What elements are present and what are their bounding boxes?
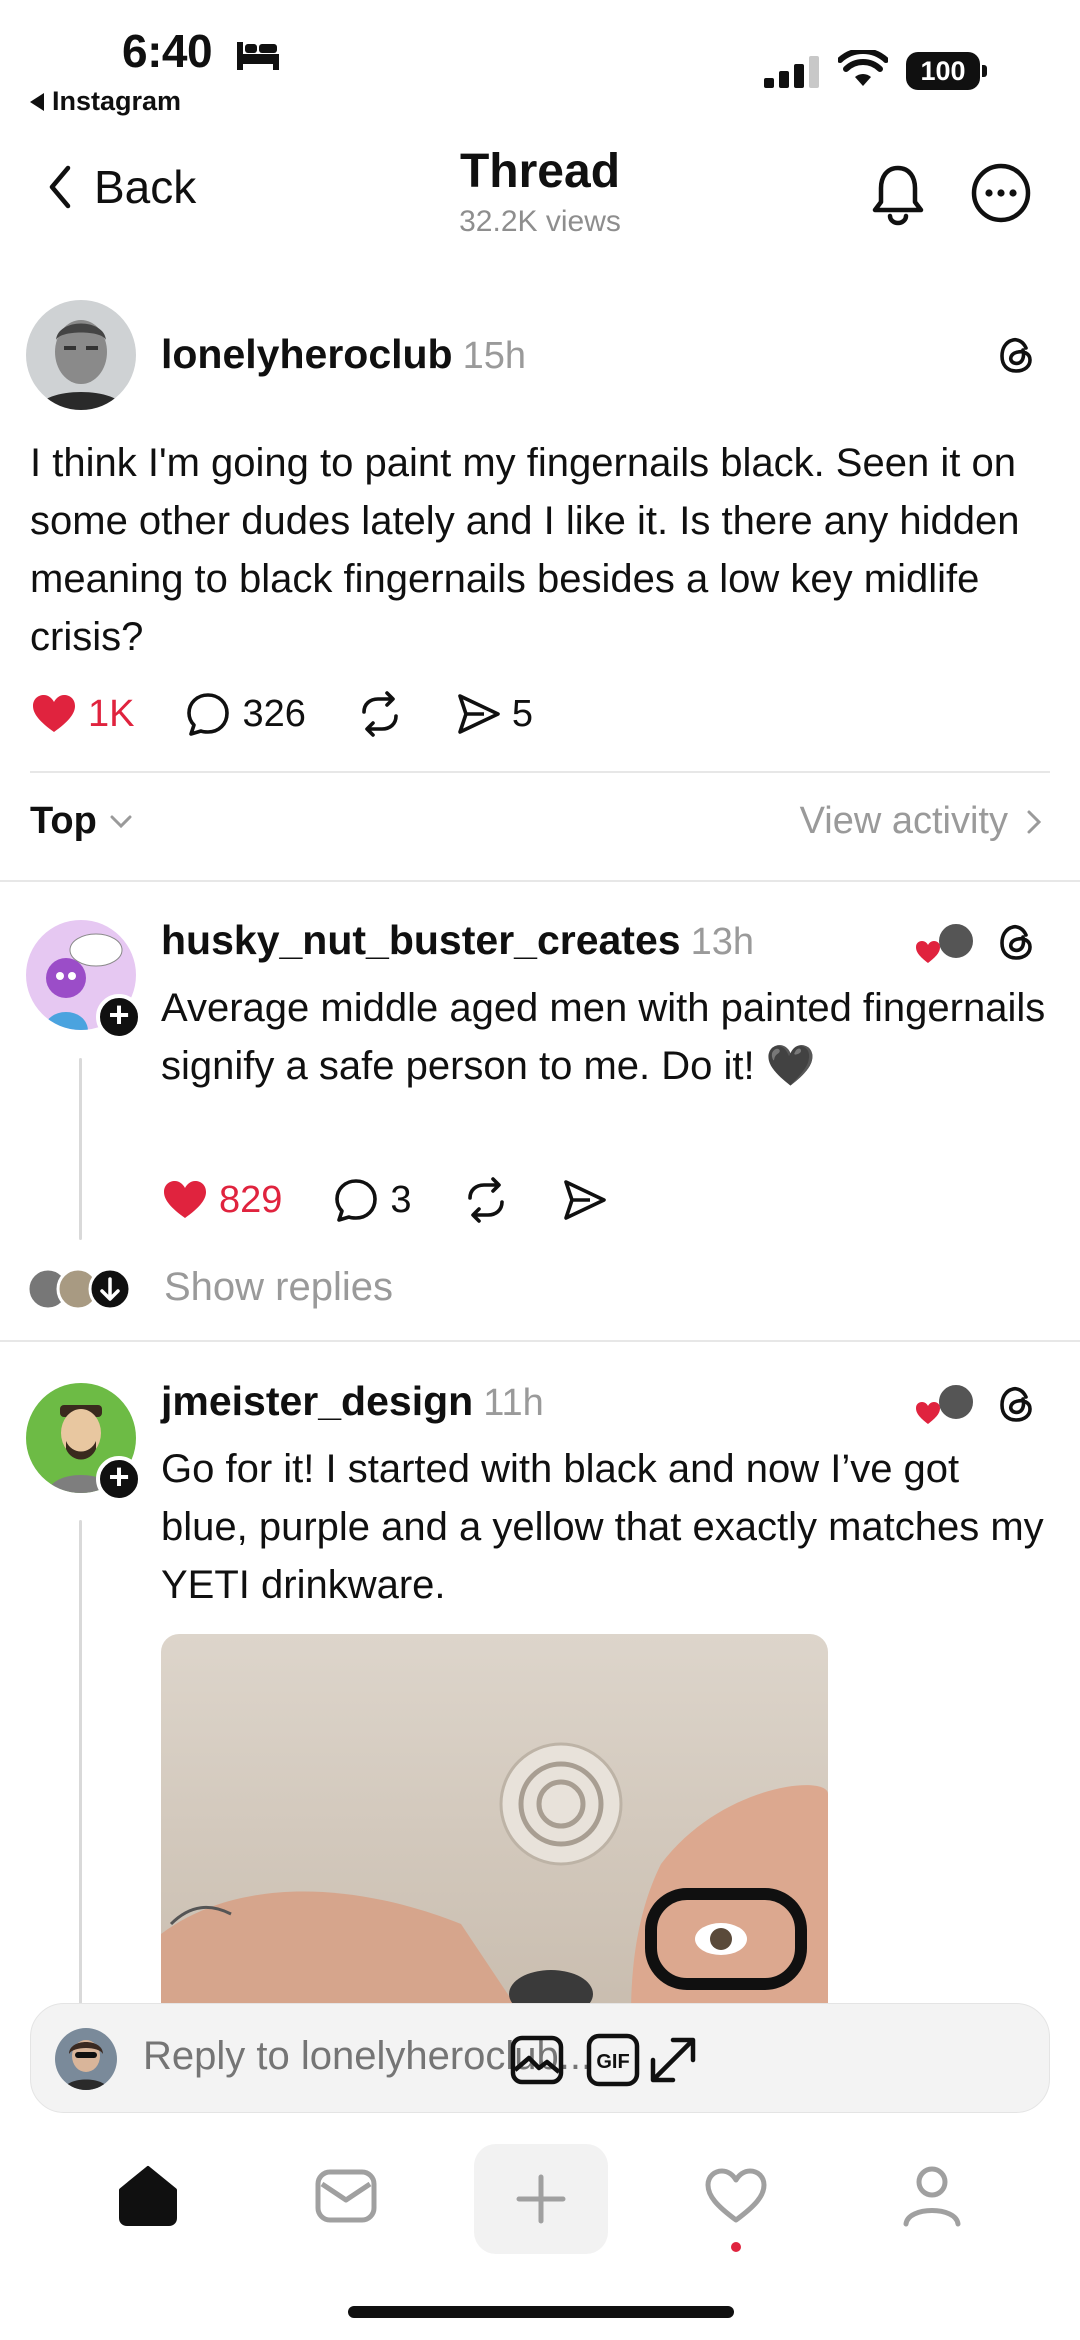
avatar bbox=[55, 2028, 117, 2090]
plus-icon bbox=[516, 2174, 566, 2224]
profile-icon bbox=[903, 2166, 961, 2227]
post-username[interactable]: lonelyheroclub 15h bbox=[161, 331, 526, 378]
tab-home[interactable] bbox=[108, 2156, 188, 2236]
wifi-icon bbox=[838, 50, 888, 86]
threads-logo-icon[interactable] bbox=[995, 333, 1039, 377]
tab-inbox[interactable] bbox=[306, 2156, 386, 2236]
ellipsis-circle-icon[interactable] bbox=[970, 162, 1032, 224]
speech-bubble-icon bbox=[335, 1179, 378, 1222]
chevron-left-icon bbox=[49, 165, 71, 209]
reply-composer: GIF bbox=[30, 2003, 1050, 2113]
tab-activity[interactable] bbox=[696, 2156, 776, 2236]
chevron-right-icon bbox=[1027, 810, 1042, 833]
share-button[interactable] bbox=[560, 1176, 608, 1224]
post-actions: 1K 326 5 bbox=[30, 690, 583, 738]
expand-icon[interactable] bbox=[643, 2030, 703, 2090]
tab-profile[interactable] bbox=[892, 2156, 972, 2236]
heart-outline-icon bbox=[705, 2168, 767, 2223]
back-to-app-link[interactable]: Instagram bbox=[30, 86, 181, 117]
cellular-signal-icon bbox=[764, 56, 819, 88]
bell-icon[interactable] bbox=[868, 162, 928, 226]
thread-line bbox=[79, 1058, 82, 1240]
battery-level: 100 bbox=[906, 52, 980, 90]
show-replies-link[interactable]: Show replies bbox=[164, 1265, 393, 1310]
back-app-label: Instagram bbox=[52, 86, 182, 116]
divider bbox=[0, 1340, 1080, 1342]
view-activity-link[interactable]: View activity bbox=[800, 800, 1042, 843]
repost-icon bbox=[362, 691, 398, 737]
tab-bar bbox=[0, 2130, 1080, 2280]
thread-line bbox=[79, 1520, 82, 2004]
reply-time: 13h bbox=[690, 921, 754, 963]
reply-username[interactable]: jmeister_design 11h bbox=[161, 1378, 544, 1425]
send-icon bbox=[563, 1180, 606, 1220]
repost-icon bbox=[467, 1177, 504, 1223]
image-icon[interactable] bbox=[507, 2030, 567, 2090]
reply-username[interactable]: husky_nut_buster_creates 13h bbox=[161, 917, 754, 964]
like-button[interactable]: 829 bbox=[161, 1176, 282, 1224]
photo-image bbox=[161, 1634, 828, 2014]
inbox-icon bbox=[315, 2169, 377, 2223]
activity-notification-dot bbox=[731, 2242, 741, 2252]
reply-time: 11h bbox=[483, 1382, 544, 1424]
send-icon bbox=[458, 694, 500, 734]
share-button[interactable]: 5 bbox=[454, 690, 533, 738]
sleep-focus-icon bbox=[237, 42, 279, 70]
chevron-down-icon bbox=[110, 815, 132, 828]
status-time: 6:40 bbox=[122, 25, 213, 77]
reply-avatars bbox=[26, 1267, 132, 1311]
repost-button[interactable] bbox=[462, 1176, 510, 1224]
back-triangle-icon bbox=[30, 92, 44, 111]
liked-by-author-icon bbox=[916, 1383, 975, 1424]
svg-text:GIF: GIF bbox=[596, 2051, 629, 2073]
tab-create[interactable] bbox=[474, 2144, 608, 2254]
reply-button[interactable]: 326 bbox=[184, 690, 306, 738]
avatar[interactable] bbox=[26, 300, 136, 410]
reply-count: 326 bbox=[242, 692, 306, 735]
like-count: 1K bbox=[88, 692, 135, 735]
back-button[interactable]: Back bbox=[46, 160, 196, 214]
reply-actions: 829 3 bbox=[161, 1176, 658, 1224]
divider bbox=[0, 880, 1080, 882]
gif-icon[interactable]: GIF bbox=[583, 2030, 643, 2090]
threads-logo-icon[interactable] bbox=[995, 1382, 1039, 1426]
battery-indicator: 100 bbox=[906, 52, 987, 90]
sort-label: Top bbox=[30, 800, 97, 842]
repost-button[interactable] bbox=[356, 690, 404, 738]
view-activity-label: View activity bbox=[799, 800, 1008, 842]
home-indicator[interactable] bbox=[348, 2306, 734, 2318]
divider bbox=[30, 771, 1050, 773]
attached-photo[interactable] bbox=[161, 1634, 828, 2014]
back-label: Back bbox=[94, 161, 197, 213]
reply-count: 3 bbox=[390, 1178, 412, 1221]
reply-button[interactable]: 3 bbox=[332, 1176, 412, 1224]
post-time: 15h bbox=[462, 335, 527, 377]
reply-text: Average middle aged men with painted fin… bbox=[161, 986, 1046, 1088]
sort-dropdown[interactable]: Top bbox=[30, 800, 133, 843]
liked-by-author-icon bbox=[916, 922, 975, 963]
status-bar: 6:40 Instagram 100 bbox=[0, 0, 1080, 130]
thread-header: Back Thread 32.2K views bbox=[0, 130, 1080, 260]
share-count: 5 bbox=[511, 692, 534, 735]
home-icon bbox=[119, 2166, 177, 2226]
heart-icon bbox=[33, 695, 75, 732]
reply-text: Go for it! I started with black and now … bbox=[161, 1447, 1044, 1607]
post-text: I think I'm going to paint my fingernail… bbox=[30, 441, 1020, 659]
heart-icon bbox=[164, 1181, 206, 1218]
follow-button[interactable]: + bbox=[96, 1456, 142, 1502]
like-button[interactable]: 1K bbox=[30, 690, 134, 738]
threads-logo-icon[interactable] bbox=[995, 920, 1039, 964]
like-count: 829 bbox=[219, 1178, 283, 1221]
follow-button[interactable]: + bbox=[96, 994, 142, 1040]
speech-bubble-icon bbox=[187, 693, 230, 736]
